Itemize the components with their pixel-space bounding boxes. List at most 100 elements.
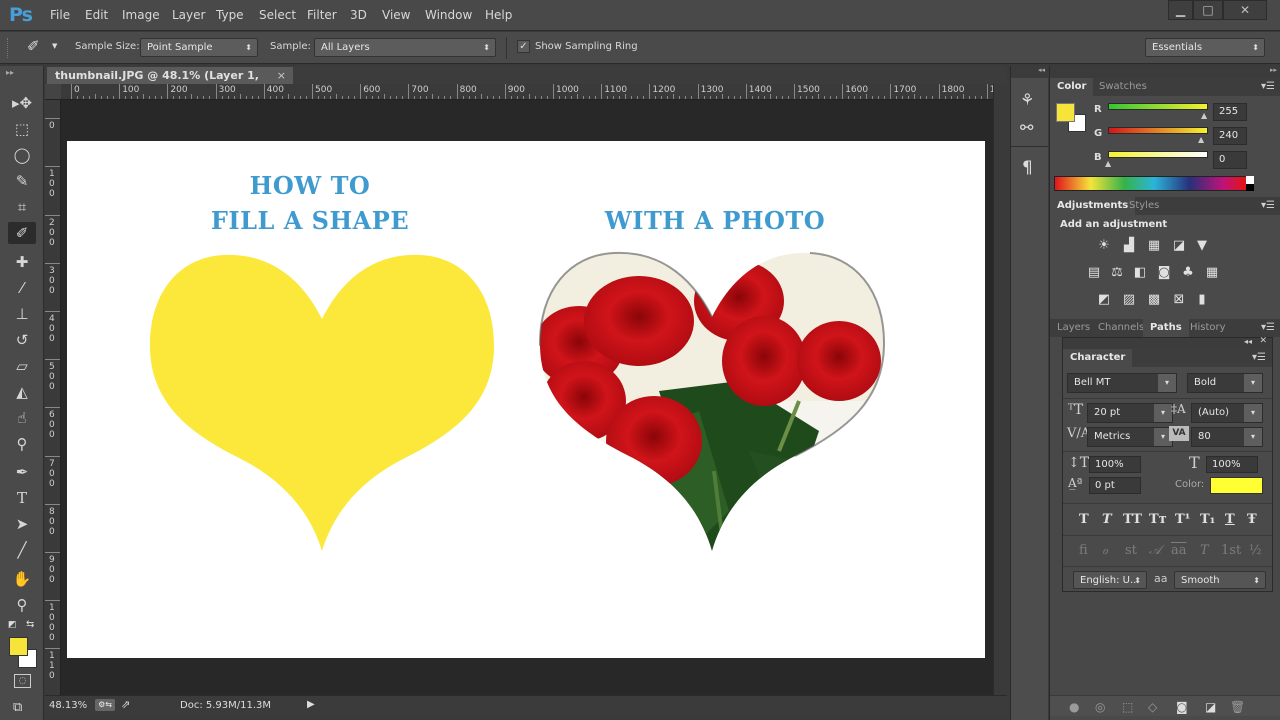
type-tool[interactable]: T (8, 487, 36, 509)
load-selection-icon[interactable]: ⬚ (1122, 700, 1133, 714)
slider-handle-icon[interactable]: ▲ (1201, 111, 1207, 120)
ruler-origin[interactable] (45, 84, 61, 99)
superscript-button[interactable]: T¹ (1175, 512, 1190, 527)
collapse-dock-icon[interactable]: ◂◂ (1011, 66, 1049, 78)
make-work-path-icon[interactable]: ◇ (1148, 700, 1157, 714)
workspace-select[interactable]: Essentials ⬍ (1145, 38, 1265, 57)
paint-bucket-tool[interactable]: ◭ (8, 381, 36, 403)
anti-alias-select[interactable]: Smooth ⬍ (1174, 571, 1266, 589)
gradient-map-icon[interactable]: ▮ (1193, 292, 1211, 308)
screen-mode-icon[interactable]: ⧉ (13, 700, 22, 715)
eyedropper-icon[interactable]: ✐ (27, 37, 40, 55)
eyedropper-tool[interactable]: ✐ (8, 222, 36, 244)
language-select[interactable]: English: U... ⬍ (1073, 571, 1147, 589)
close-window-button[interactable]: ✕ (1223, 0, 1267, 20)
menu-filter[interactable]: Filter (307, 8, 337, 22)
yellow-heart[interactable] (149, 253, 495, 553)
baseline-shift-field[interactable]: 0 pt (1089, 477, 1141, 494)
default-colors-icon[interactable]: ◩ (8, 620, 17, 630)
menu-select[interactable]: Select (259, 8, 296, 22)
panel-menu-icon[interactable]: ▾☰ (1261, 81, 1275, 92)
collapse-panel-icon[interactable]: ◂◂ (1244, 337, 1252, 346)
stylistic-alternates-button[interactable]: aa (1171, 543, 1187, 558)
fill-path-icon[interactable]: ● (1069, 700, 1079, 714)
small-caps-button[interactable]: Tт (1149, 512, 1167, 527)
font-size-select[interactable]: 20 pt ▾ (1087, 403, 1173, 423)
tab-styles[interactable]: Styles (1122, 197, 1166, 215)
fractions-button[interactable]: ½ (1249, 543, 1262, 558)
underline-button[interactable]: T (1225, 512, 1235, 527)
canvas[interactable]: HOW TO FILL A SHAPE WITH A PHOTO (67, 141, 985, 658)
line-tool[interactable]: ╱ (8, 539, 36, 561)
white-sample[interactable] (1246, 176, 1254, 184)
tracking-select[interactable]: 80 ▾ (1191, 427, 1263, 447)
tab-paths[interactable]: Paths (1143, 319, 1189, 337)
invert-icon[interactable]: ◩ (1095, 292, 1113, 308)
slider-handle-icon[interactable]: ▲ (1105, 159, 1111, 168)
new-path-icon[interactable]: ◪ (1205, 700, 1216, 714)
menu-help[interactable]: Help (485, 8, 512, 22)
color-lookup-icon[interactable]: ▦ (1203, 265, 1221, 281)
minimize-button[interactable]: ▁ (1168, 0, 1193, 20)
brush-panel-icon[interactable]: ⚯ (1020, 118, 1033, 137)
selective-color-icon[interactable]: ⊠ (1170, 292, 1188, 308)
sample-select[interactable]: All Layers ⬍ (314, 38, 496, 57)
tab-character[interactable]: Character (1063, 349, 1133, 367)
channel-g-slider[interactable] (1108, 127, 1208, 134)
strikethrough-button[interactable]: Ŧ (1247, 512, 1257, 527)
menu-edit[interactable]: Edit (85, 8, 108, 22)
posterize-icon[interactable]: ▨ (1120, 292, 1138, 308)
faux-italic-button[interactable]: T (1102, 512, 1112, 527)
exposure-icon[interactable]: ◪ (1170, 238, 1188, 254)
black-sample[interactable] (1246, 184, 1254, 191)
close-panel-icon[interactable]: ✕ (1259, 336, 1267, 346)
marquee-tool[interactable]: ⬚ (8, 118, 36, 140)
zoom-tool[interactable]: ⚲ (8, 594, 36, 616)
horizontal-scale-field[interactable]: 100% (1206, 456, 1258, 473)
channel-r-field[interactable]: 255 (1213, 103, 1247, 121)
panel-menu-icon[interactable]: ▾☰ (1261, 322, 1275, 333)
expand-panels-icon[interactable]: ▸▸ (1050, 66, 1280, 78)
healing-brush-tool[interactable]: ✚ (8, 251, 36, 273)
panel-menu-icon[interactable]: ▾☰ (1261, 200, 1275, 211)
crop-tool[interactable]: ⌗ (8, 196, 36, 218)
kerning-select[interactable]: Metrics ▾ (1087, 427, 1173, 447)
maximize-button[interactable]: □ (1193, 0, 1223, 20)
zoom-level[interactable]: 48.13% (49, 700, 87, 711)
gpu-status-icon[interactable]: ⚙⇆ (95, 699, 115, 711)
faux-bold-button[interactable]: T (1079, 512, 1089, 527)
vertical-scrollbar[interactable] (993, 84, 1007, 695)
dodge-tool[interactable]: ⚲ (8, 433, 36, 455)
levels-icon[interactable]: ▟ (1120, 238, 1138, 254)
leading-select[interactable]: (Auto) ▾ (1191, 403, 1263, 423)
ordinals-button[interactable]: 1st (1221, 543, 1241, 558)
color-balance-icon[interactable]: ⚖ (1108, 265, 1126, 281)
quick-mask-icon[interactable]: ◌ (14, 674, 31, 688)
rose-photo-heart[interactable] (539, 251, 885, 553)
foreground-color-swatch[interactable] (9, 637, 28, 656)
hue-saturation-icon[interactable]: ▤ (1085, 265, 1103, 281)
font-family-select[interactable]: Bell MT ▾ (1067, 373, 1177, 393)
brush-presets-icon[interactable]: ⚘ (1020, 90, 1034, 109)
subscript-button[interactable]: T₁ (1200, 512, 1215, 527)
discretionary-ligatures-button[interactable]: ℴ (1102, 543, 1108, 558)
menu-3d[interactable]: 3D (350, 8, 367, 22)
document-tab[interactable]: thumbnail.JPG @ 48.1% (Layer 1, RGB/8) *… (47, 67, 293, 100)
photo-filter-icon[interactable]: ◙ (1155, 265, 1173, 281)
delete-icon[interactable]: 🗑 (1230, 700, 1245, 714)
all-caps-button[interactable]: TT (1123, 512, 1142, 527)
panel-menu-icon[interactable]: ▾☰ (1252, 352, 1266, 363)
text-color-swatch[interactable] (1210, 477, 1263, 494)
ligatures-button[interactable]: fi (1079, 543, 1088, 558)
share-icon[interactable]: ⇗ (121, 698, 130, 711)
font-style-select[interactable]: Bold ▾ (1187, 373, 1263, 393)
pen-tool[interactable]: ✒ (8, 461, 36, 483)
tab-swatches[interactable]: Swatches (1092, 78, 1154, 96)
smudge-tool[interactable]: ☝ (8, 407, 36, 429)
options-grip[interactable] (7, 38, 10, 58)
tool-preset-dropdown[interactable]: ▼ (52, 42, 57, 50)
close-document-icon[interactable]: × (277, 67, 286, 85)
curves-icon[interactable]: ▦ (1145, 238, 1163, 254)
quick-selection-tool[interactable]: ✎ (8, 170, 36, 192)
tab-color[interactable]: Color (1050, 78, 1094, 96)
